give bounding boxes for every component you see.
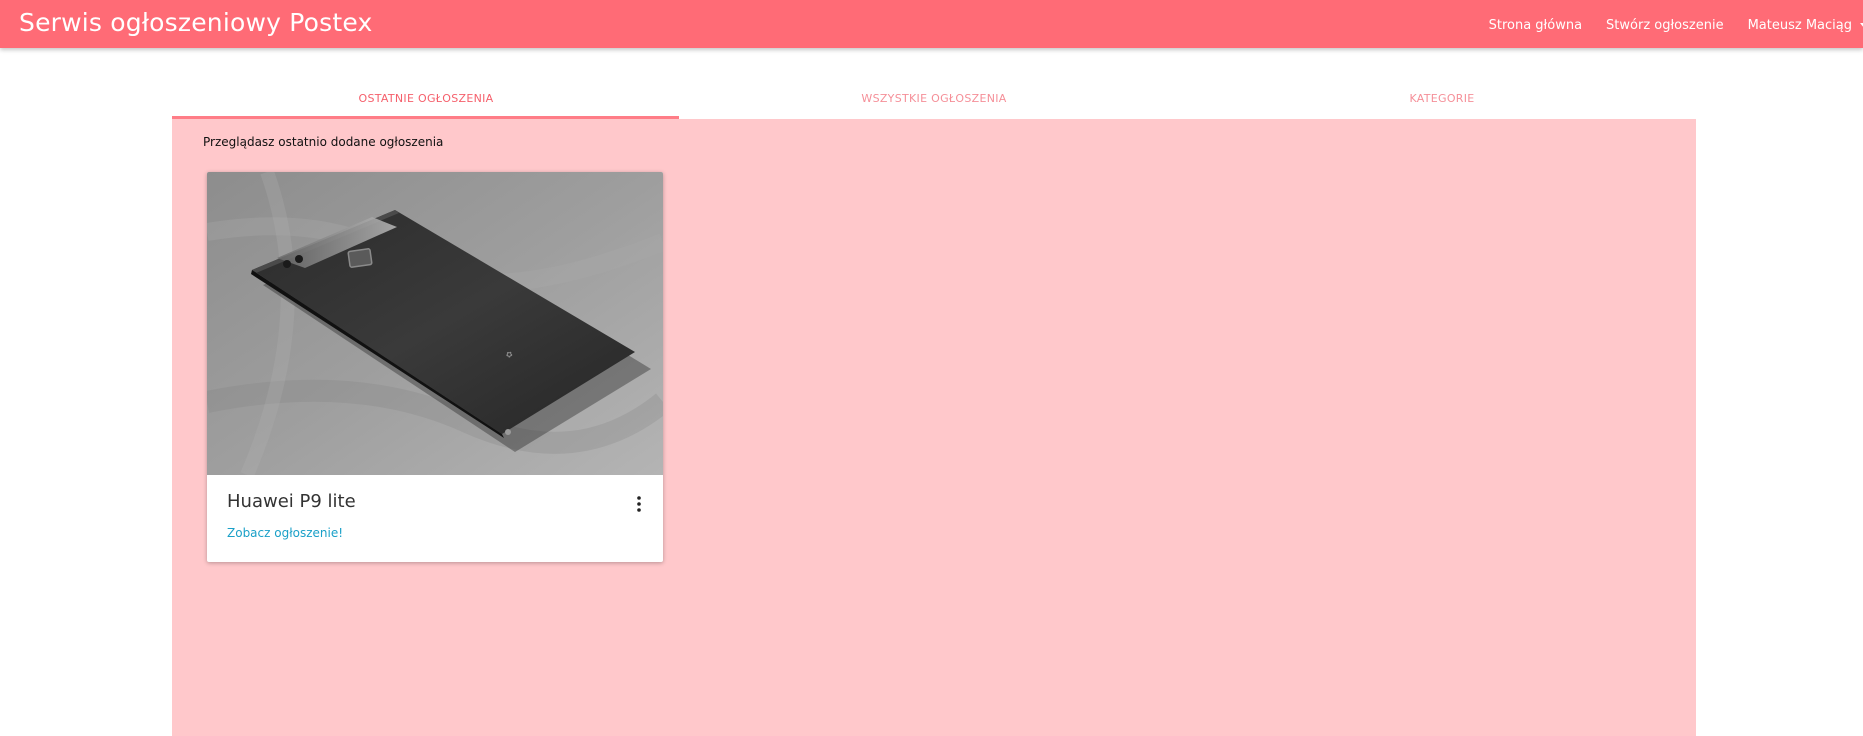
- view-ad-link[interactable]: Zobacz ogłoszenie!: [227, 526, 343, 540]
- user-menu[interactable]: Mateusz Maciąg: [1748, 18, 1863, 33]
- nav-home-link[interactable]: Strona główna: [1489, 18, 1582, 33]
- more-vertical-icon[interactable]: [633, 495, 645, 513]
- tab-categories[interactable]: KATEGORIE: [1188, 80, 1696, 119]
- top-navbar: Serwis ogłoszeniowy Postex Strona główna…: [0, 0, 1863, 48]
- ad-image[interactable]: ✿: [207, 172, 663, 475]
- user-name: Mateusz Maciąg: [1747, 17, 1852, 33]
- nav-create-link[interactable]: Stwórz ogłoszenie: [1606, 18, 1724, 33]
- nav-menu: Strona główna Stwórz ogłoszenie Mateusz …: [1465, 15, 1863, 35]
- panel-caption: Przeglądasz ostatnio dodane ogłoszenia: [203, 135, 444, 149]
- ad-card: ✿ Huawei P9 lite Zobacz ogłoszenie!: [207, 172, 663, 562]
- tab-bar: OSTATNIE OGŁOSZENIA WSZYSTKIE OGŁOSZENIA…: [172, 80, 1696, 119]
- brand-title[interactable]: Serwis ogłoszeniowy Postex: [19, 8, 373, 37]
- recent-ads-panel: Przeglądasz ostatnio dodane ogłoszenia ✿…: [172, 119, 1696, 736]
- tab-recent-ads[interactable]: OSTATNIE OGŁOSZENIA: [172, 80, 680, 119]
- tab-all-ads[interactable]: WSZYSTKIE OGŁOSZENIA: [680, 80, 1188, 119]
- card-content: Huawei P9 lite Zobacz ogłoszenie!: [207, 475, 663, 562]
- ad-title[interactable]: Huawei P9 lite: [227, 491, 356, 512]
